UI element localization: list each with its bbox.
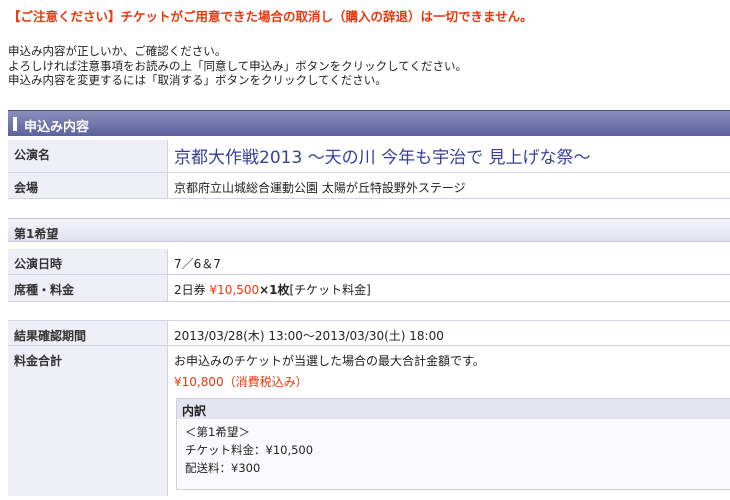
choice-header: 第1希望 bbox=[8, 218, 730, 242]
cancellation-warning: 【ご注意ください】チケットがご用意できた場合の取消し（購入の辞退）は一切できませ… bbox=[8, 9, 533, 24]
breakdown-line-1: ＜第1希望＞ bbox=[185, 425, 250, 439]
breakdown-title: 内訳 bbox=[177, 399, 730, 419]
performance-name: 京都大作戦2013 ～天の川 今年も宇治で 見上げな祭～ bbox=[174, 148, 591, 168]
performance-label: 公演名 bbox=[8, 140, 168, 172]
result-period-value: 2013/03/28(木) 13:00～2013/03/30(土) 18:00 bbox=[174, 329, 444, 343]
total-label: 料金合計 bbox=[8, 346, 168, 496]
date-label: 公演日時 bbox=[8, 249, 168, 274]
total-description: お申込みのチケットが当選した場合の最大合計金額です。 bbox=[174, 354, 485, 368]
section-title: 申込み内容 bbox=[24, 120, 90, 135]
venue-value: 京都府立山城総合運動公園 太陽が丘特設野外ステージ bbox=[174, 181, 466, 195]
result-period-row: 結果確認期間 2013/03/28(木) 13:00～2013/03/30(土)… bbox=[8, 320, 730, 346]
total-amount-line: ¥10,800（消費税込み） bbox=[174, 373, 730, 390]
section-header: 申込み内容 bbox=[8, 110, 730, 136]
performance-row: 公演名 京都大作戦2013 ～天の川 今年も宇治で 見上げな祭～ bbox=[8, 140, 730, 173]
ticket-price: ¥10,500 bbox=[209, 283, 260, 297]
section-bar-icon bbox=[13, 117, 17, 131]
intro-line-3: 申込み内容を変更するには「取消する」ボタンをクリックしてください。 bbox=[8, 73, 387, 87]
venue-row: 会場 京都府立山城総合運動公園 太陽が丘特設野外ステージ bbox=[8, 173, 730, 199]
result-period-label: 結果確認期間 bbox=[8, 321, 168, 345]
seat-label: 席種・料金 bbox=[8, 275, 168, 301]
intro-text: 申込み内容が正しいか、ご確認ください。 よろしければ注意事項をお読みの上「同意し… bbox=[8, 44, 467, 88]
intro-line-2: よろしければ注意事項をお読みの上「同意して申込み」ボタンをクリックしてください。 bbox=[8, 58, 467, 73]
seat-row: 席種・料金 2日券 ¥10,500×1枚[チケット料金] bbox=[8, 275, 730, 302]
breakdown-line-2: チケット料金：¥10,500 bbox=[185, 443, 314, 457]
ticket-type: 2日券 bbox=[174, 283, 206, 297]
seat-value: 2日券 ¥10,500×1枚[チケット料金] bbox=[174, 281, 730, 298]
date-value: 7／6＆7 bbox=[174, 257, 221, 271]
ticket-qty: ×1枚 bbox=[259, 283, 290, 297]
ticket-note: [チケット料金] bbox=[289, 283, 371, 297]
intro-line-1: 申込み内容が正しいか、ご確認ください。 bbox=[8, 44, 227, 58]
total-amount: ¥10,800 bbox=[174, 375, 224, 389]
venue-label: 会場 bbox=[8, 173, 168, 198]
total-value: お申込みのチケットが当選した場合の最大合計金額です。 ¥10,800（消費税込み… bbox=[174, 352, 730, 390]
date-row: 公演日時 7／6＆7 bbox=[8, 249, 730, 275]
breakdown-line-3: 配送料：¥300 bbox=[185, 461, 261, 475]
breakdown-box: 内訳 ＜第1希望＞ チケット料金：¥10,500 配送料：¥300 bbox=[176, 398, 730, 490]
total-tax-note: （消費税込み） bbox=[223, 375, 308, 389]
